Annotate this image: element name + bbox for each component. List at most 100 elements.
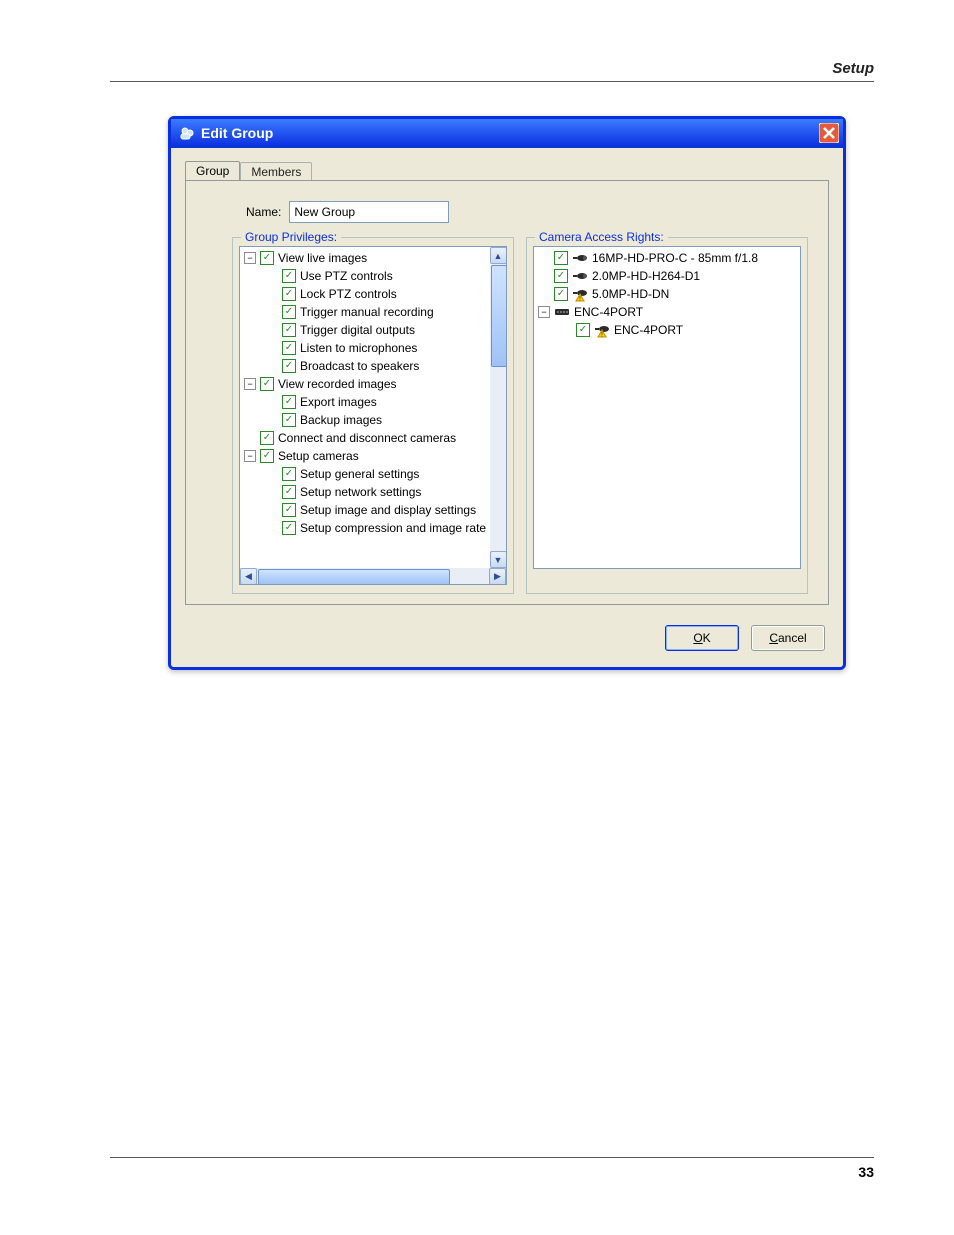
checkbox-icon[interactable]: ✓ bbox=[260, 449, 274, 463]
node-label: 2.0MP-HD-H264-D1 bbox=[592, 267, 700, 285]
tree-node[interactable]: ✓!ENC-4PORT bbox=[538, 321, 784, 339]
checkbox-icon[interactable]: ✓ bbox=[554, 269, 568, 283]
tree-node[interactable]: ✓ 2.0MP-HD-H264-D1 bbox=[538, 267, 784, 285]
checkbox-icon[interactable]: ✓ bbox=[282, 521, 296, 535]
scroll-thumb[interactable] bbox=[491, 265, 507, 367]
edit-group-dialog: Edit Group Group Members Name: Group Pri… bbox=[168, 116, 846, 670]
node-label: Connect and disconnect cameras bbox=[278, 429, 456, 447]
node-label: 5.0MP-HD-DN bbox=[592, 285, 669, 303]
tree-node[interactable]: ✓ Setup network settings bbox=[244, 483, 490, 501]
tree-node[interactable]: ✓ Trigger manual recording bbox=[244, 303, 490, 321]
tab-members[interactable]: Members bbox=[240, 162, 312, 181]
node-label: 16MP-HD-PRO-C - 85mm f/1.8 bbox=[592, 249, 758, 267]
tree-node[interactable]: ✓ Export images bbox=[244, 393, 490, 411]
scroll-up-icon[interactable]: ▲ bbox=[490, 247, 507, 264]
node-label: Backup images bbox=[300, 411, 382, 429]
tree-node[interactable]: ✓ Trigger digital outputs bbox=[244, 321, 490, 339]
expander-icon[interactable]: − bbox=[244, 378, 256, 390]
checkbox-icon[interactable]: ✓ bbox=[260, 251, 274, 265]
checkbox-icon[interactable]: ✓ bbox=[576, 323, 590, 337]
encoder-icon bbox=[554, 304, 570, 320]
checkbox-icon[interactable]: ✓ bbox=[260, 431, 274, 445]
checkbox-icon[interactable]: ✓ bbox=[282, 341, 296, 355]
node-label: Setup cameras bbox=[278, 447, 359, 465]
group-privileges-fieldset: Group Privileges: −✓View live images✓Use… bbox=[232, 237, 514, 594]
checkbox-icon[interactable]: ✓ bbox=[282, 485, 296, 499]
tree-node[interactable]: ✓!5.0MP-HD-DN bbox=[538, 285, 784, 303]
camera-tree[interactable]: ✓ 16MP-HD-PRO-C - 85mm f/1.8 ✓ 2.0MP-HD-H26… bbox=[538, 249, 784, 552]
privileges-tree[interactable]: −✓View live images✓Use PTZ controls✓Lock… bbox=[244, 249, 490, 568]
camera-access-fieldset: Camera Access Rights: ✓16MP-HD-PRO-C - 8… bbox=[526, 237, 808, 594]
checkbox-icon[interactable]: ✓ bbox=[260, 377, 274, 391]
tab-group[interactable]: Group bbox=[185, 161, 240, 180]
checkbox-icon[interactable]: ✓ bbox=[554, 287, 568, 301]
tree-node[interactable]: ✓ Backup images bbox=[244, 411, 490, 429]
checkbox-icon[interactable]: ✓ bbox=[282, 323, 296, 337]
tree-node[interactable]: −✓ View live images bbox=[244, 249, 490, 267]
node-label: View live images bbox=[278, 249, 367, 267]
ok-button[interactable]: OK bbox=[665, 625, 739, 651]
tree-node[interactable]: −✓ View recorded images bbox=[244, 375, 490, 393]
camera-access-legend: Camera Access Rights: bbox=[535, 230, 668, 244]
node-label: Setup image and display settings bbox=[300, 501, 476, 519]
tree-node[interactable]: − ENC-4PORT bbox=[538, 303, 784, 321]
cancel-button[interactable]: Cancel bbox=[751, 625, 825, 651]
tab-panel: Name: Group Privileges: −✓View live imag… bbox=[185, 180, 829, 605]
group-name-input[interactable] bbox=[289, 201, 449, 223]
scroll-down-icon[interactable]: ▼ bbox=[490, 551, 507, 568]
node-label: Setup network settings bbox=[300, 483, 421, 501]
camera-warn-icon: ! bbox=[594, 322, 610, 338]
node-label: Setup compression and image rate bbox=[300, 519, 486, 537]
checkbox-icon[interactable]: ✓ bbox=[282, 467, 296, 481]
page-header: Setup bbox=[110, 60, 874, 82]
tree-node[interactable]: ✓Broadcast to speakers bbox=[244, 357, 490, 375]
scroll-right-icon[interactable]: ▶ bbox=[489, 568, 506, 585]
expander-icon[interactable]: − bbox=[244, 450, 256, 462]
title-text: Edit Group bbox=[201, 125, 273, 141]
camera-warn-icon: ! bbox=[572, 286, 588, 302]
scroll-left-icon[interactable]: ◀ bbox=[240, 568, 257, 585]
horizontal-scrollbar[interactable]: ◀ ▶ bbox=[240, 568, 506, 584]
group-icon bbox=[179, 125, 195, 141]
tree-node[interactable]: ✓ Setup general settings bbox=[244, 465, 490, 483]
expander-icon[interactable]: − bbox=[538, 306, 550, 318]
checkbox-icon[interactable]: ✓ bbox=[282, 413, 296, 427]
tree-node[interactable]: −✓ Setup cameras bbox=[244, 447, 490, 465]
checkbox-icon[interactable]: ✓ bbox=[282, 395, 296, 409]
tree-node[interactable]: ✓ Lock PTZ controls bbox=[244, 285, 490, 303]
node-label: Use PTZ controls bbox=[300, 267, 393, 285]
tree-node[interactable]: ✓ Connect and disconnect cameras bbox=[244, 429, 490, 447]
section-title: Setup bbox=[110, 60, 874, 81]
camera-icon bbox=[572, 250, 588, 266]
checkbox-icon[interactable]: ✓ bbox=[282, 287, 296, 301]
camera-icon bbox=[572, 268, 588, 284]
node-label: Listen to microphones bbox=[300, 339, 417, 357]
tree-node[interactable]: ✓ 16MP-HD-PRO-C - 85mm f/1.8 bbox=[538, 249, 784, 267]
close-icon[interactable] bbox=[819, 123, 839, 143]
vertical-scrollbar[interactable]: ▲ ▼ bbox=[490, 247, 506, 568]
node-label: ENC-4PORT bbox=[614, 321, 683, 339]
expander-icon[interactable]: − bbox=[244, 252, 256, 264]
node-label: Trigger manual recording bbox=[300, 303, 434, 321]
checkbox-icon[interactable]: ✓ bbox=[282, 359, 296, 373]
checkbox-icon[interactable]: ✓ bbox=[282, 269, 296, 283]
title-bar[interactable]: Edit Group bbox=[171, 119, 843, 148]
checkbox-icon[interactable]: ✓ bbox=[282, 305, 296, 319]
node-label: Setup general settings bbox=[300, 465, 419, 483]
group-privileges-legend: Group Privileges: bbox=[241, 230, 341, 244]
tree-node[interactable]: ✓ Use PTZ controls bbox=[244, 267, 490, 285]
page-number: 33 bbox=[858, 1164, 874, 1180]
node-label: Export images bbox=[300, 393, 377, 411]
node-label: Lock PTZ controls bbox=[300, 285, 397, 303]
tree-node[interactable]: ✓ Listen to microphones bbox=[244, 339, 490, 357]
checkbox-icon[interactable]: ✓ bbox=[282, 503, 296, 517]
name-label: Name: bbox=[246, 205, 281, 219]
scroll-thumb[interactable] bbox=[258, 569, 450, 585]
tree-node[interactable]: ✓ Setup compression and image rate bbox=[244, 519, 490, 537]
node-label: View recorded images bbox=[278, 375, 397, 393]
node-label: Trigger digital outputs bbox=[300, 321, 415, 339]
page-footer: 33 bbox=[110, 1157, 874, 1180]
node-label: ENC-4PORT bbox=[574, 303, 643, 321]
tree-node[interactable]: ✓ Setup image and display settings bbox=[244, 501, 490, 519]
checkbox-icon[interactable]: ✓ bbox=[554, 251, 568, 265]
